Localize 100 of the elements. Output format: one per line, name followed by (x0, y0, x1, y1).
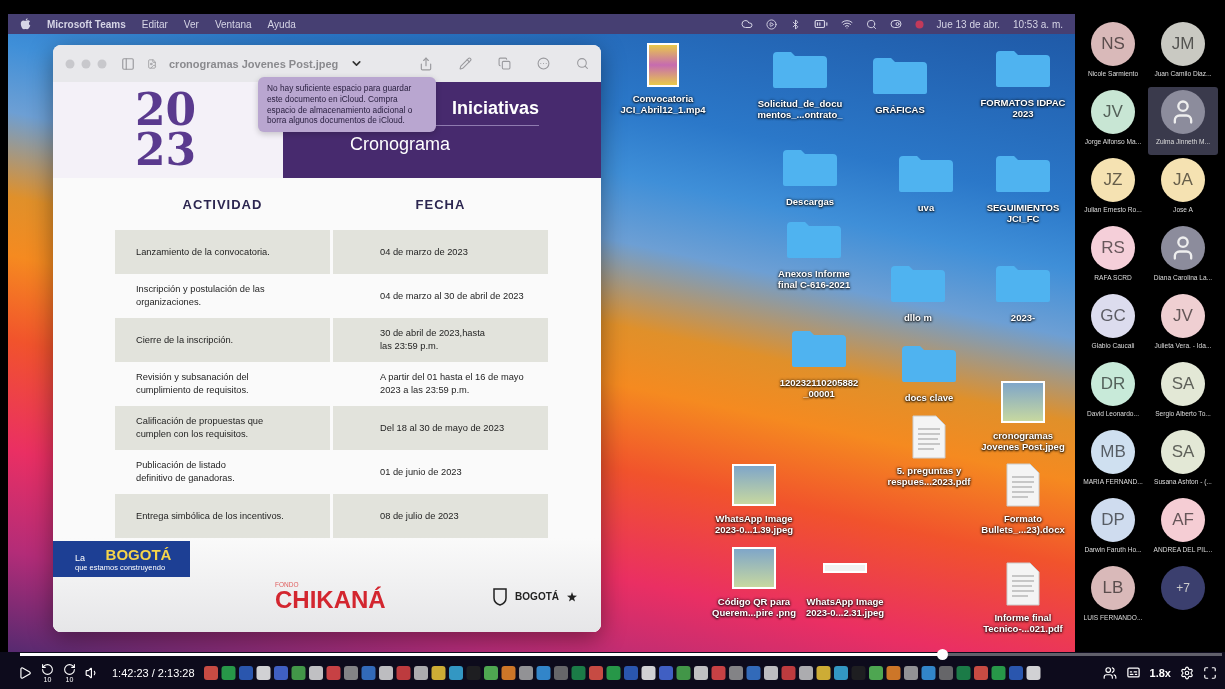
desktop-icon-label[interactable]: Anexos Informe final C-616-2021 (777, 268, 851, 291)
star-icon (567, 591, 577, 602)
table-cell-text: Inscripción y postulación de las organizaciones. (135, 283, 266, 309)
folder-icon (790, 329, 848, 369)
cloud-icon[interactable] (740, 18, 753, 30)
avatar: RS (1091, 226, 1135, 270)
folder-icon (994, 264, 1052, 304)
control-center-icon[interactable] (889, 18, 902, 30)
avatar: DP (1091, 498, 1135, 542)
column-header: FECHA (414, 195, 467, 214)
table-cell: Lanzamiento de la convocatoria. (115, 230, 330, 274)
table-cell-text: Publicación de listado definitivo de ganadoras. (135, 459, 236, 485)
folder-icon (994, 49, 1052, 89)
menu-item[interactable]: Ventana (214, 18, 252, 30)
settings-button[interactable] (1180, 665, 1194, 680)
folder-icon (771, 50, 829, 90)
dot-icon[interactable] (914, 19, 924, 29)
avatar: JM (1161, 22, 1205, 66)
participants-button[interactable] (1102, 665, 1117, 680)
fullscreen-button[interactable] (1203, 665, 1217, 680)
table-cell: Calificación de propuestas que cumplen con los requisitos. (115, 406, 330, 450)
desktop-icon-label[interactable]: uva (917, 202, 935, 214)
desktop-icon-label[interactable]: 120232110205882 _00001 (779, 377, 859, 400)
avatar: JA (1161, 158, 1205, 202)
desktop-icon-label[interactable]: Convocatoria JCI_Abril12_1.mp4 (620, 93, 706, 116)
poster-heading: Iniciativas (451, 98, 539, 119)
menu-time[interactable]: 10:53 a. m. (1012, 18, 1063, 30)
desktop-icon-label[interactable]: GRÁFICAS (875, 104, 925, 116)
avatar: DR (1091, 362, 1135, 406)
logo-text: BOGOTÁ (105, 546, 173, 563)
desktop-icon-label[interactable]: Código QR para Querem...pire .png (712, 596, 796, 619)
menu-date[interactable]: Jue 13 de abr. (936, 18, 1000, 30)
wifi-icon[interactable] (840, 18, 853, 30)
avatar: SA (1161, 430, 1205, 474)
desktop-icon-label[interactable]: 2023- (1010, 312, 1036, 324)
captions-button[interactable] (1125, 665, 1141, 680)
folder-icon (994, 154, 1052, 194)
avatar: JZ (1091, 158, 1135, 202)
shield-icon (493, 587, 508, 606)
poster-subtitle: Cronograma (350, 134, 452, 155)
tooltip: No hay suficiente espacio para guardar este documento en iCloud. Compra espacio de almacenamiento adicional o borra algunos documentos de iCloud. (258, 77, 436, 133)
app-menu[interactable]: Microsoft Teams (47, 18, 126, 30)
folder-icon (871, 56, 929, 96)
more-participants-button[interactable]: +7 (1161, 566, 1205, 610)
image-thumbnail (823, 563, 867, 573)
desktop-icon-label[interactable]: WhatsApp Image 2023-0...2.31.jpeg (805, 596, 885, 619)
image-thumbnail (732, 464, 776, 506)
desktop-icon-label[interactable]: SEGUIMIENTOS JCI_FC (986, 202, 1060, 225)
search-icon[interactable] (865, 18, 877, 30)
document-icon (1006, 562, 1040, 606)
desktop-icon-label[interactable]: 5. preguntas y respues...2023.pdf (887, 465, 971, 488)
play-circle-icon[interactable] (765, 18, 777, 30)
logo-text: La (75, 553, 86, 563)
menu-item[interactable]: Editar (141, 18, 168, 30)
table-cell: 04 de marzo de 2023 (333, 230, 548, 274)
image-thumbnail (732, 547, 776, 589)
document-icon (912, 415, 946, 459)
menu-item[interactable]: Ayuda (267, 18, 296, 30)
desktop-icon-label[interactable]: Informe final Tecnico-...021.pdf (983, 612, 1063, 635)
desktop-icon-label[interactable]: dllo m (904, 312, 932, 324)
playback-time: 1:42:23 / 2:13:28 (112, 666, 195, 679)
image-thumbnail (1001, 381, 1045, 423)
table-cell: Cierre de la inscripción. (115, 318, 330, 362)
folder-icon (785, 220, 843, 260)
window-title: cronogramas Jovenes Post.jpeg (169, 57, 339, 70)
desktop-icon-label[interactable]: Solicitud_de_docu mentos_...ontrato_ (757, 98, 843, 121)
table-cell: 30 de abril de 2023,hasta las 23:59 p.m. (333, 318, 548, 362)
desktop-icon-label[interactable]: cronogramas Jovenes Post.jpeg (981, 430, 1065, 453)
speed-button[interactable]: 1.8x (1149, 666, 1171, 679)
apple-logo-icon[interactable] (20, 18, 31, 30)
desktop-icon-label[interactable]: Descargas (785, 196, 835, 208)
table-cell: Entrega simbólica de los incentivos. (115, 494, 330, 538)
desktop-icon-label[interactable]: Formato Bullets_...23).docx (981, 513, 1065, 536)
avatar: JV (1091, 90, 1135, 134)
folder-icon (900, 344, 958, 384)
play-button[interactable] (18, 665, 32, 680)
desktop-icon-label[interactable]: docs clave (904, 392, 954, 404)
logo-text: CHIKANÁ (275, 588, 386, 612)
table-cell: 08 de julio de 2023 (333, 494, 548, 538)
desktop-icon-label[interactable]: FORMATOS IDPAC 2023 (980, 97, 1066, 120)
menu-item[interactable]: Ver (183, 18, 199, 30)
video-thumbnail (647, 43, 679, 87)
table-cell-text: 04 de marzo al 30 de abril de 2023 (379, 289, 525, 303)
file-icon (147, 58, 157, 69)
avatar: AF (1161, 498, 1205, 542)
folder-icon (889, 264, 947, 304)
table-cell-text: A partir del 01 hasta el 16 de mayo 2023 a las 23:59 p.m. (379, 371, 525, 397)
logo-text: BOGOTÁ (515, 591, 559, 602)
progress-thumb[interactable] (936, 649, 948, 660)
folder-icon (781, 148, 839, 188)
avatar: SA (1161, 362, 1205, 406)
battery-icon[interactable] (813, 17, 828, 31)
avatar: NS (1091, 22, 1135, 66)
year-art-text: 2023 (135, 90, 198, 170)
table-cell-text: 01 de junio de 2023 (379, 465, 463, 479)
table-cell: Del 18 al 30 de mayo de 2023 (333, 406, 548, 450)
desktop-icon-label[interactable]: WhatsApp Image 2023-0...1.39.jpeg (714, 513, 794, 536)
table-cell-text: Revisión y subsanación del cumplimiento de requisitos. (135, 371, 250, 397)
avatar: MB (1091, 430, 1135, 474)
folder-icon (897, 154, 955, 194)
